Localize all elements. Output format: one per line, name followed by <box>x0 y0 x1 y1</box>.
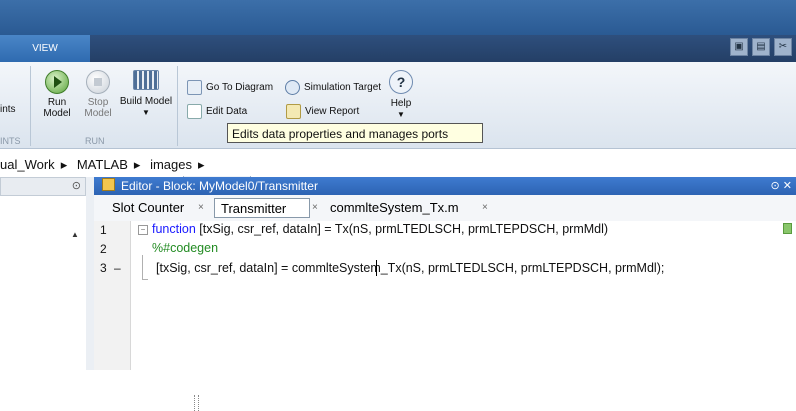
current-folder-panel-header: ⊙ <box>0 177 86 196</box>
partial-ribbon-item: ints <box>0 104 16 115</box>
line-number: 2 <box>100 242 107 256</box>
close-tab-icon[interactable]: × <box>482 198 488 218</box>
quick-access-toolbar: ▣ ▤ ✂ <box>730 38 792 56</box>
edit-data-icon <box>187 104 202 119</box>
tooltip: Edits data properties and manages ports <box>227 123 483 143</box>
editor-title-bar: Editor - Block: MyModel0/Transmitter ⊙ ✕ <box>94 177 796 195</box>
line-number: 1 <box>100 223 107 237</box>
tab-slot-counter[interactable]: Slot Counter <box>106 198 190 218</box>
breadcrumb-separator-icon: ▸ <box>197 157 205 172</box>
stop-icon <box>86 70 110 94</box>
save-icon[interactable]: ▤ <box>752 38 770 56</box>
panel-splitter[interactable] <box>86 177 94 370</box>
breadcrumb: ual_Work ▸ MATLAB ▸ images ▸ <box>0 154 796 176</box>
breadcrumb-item[interactable]: ual_Work <box>0 157 55 172</box>
go-to-diagram-button[interactable]: Go To Diagram <box>187 80 273 95</box>
breadcrumb-item[interactable]: MATLAB <box>77 157 128 172</box>
tab-transmitter[interactable]: Transmitter <box>214 198 310 218</box>
section-divider <box>30 66 31 146</box>
run-model-button[interactable]: Run Model <box>38 70 76 119</box>
build-icon <box>133 70 159 90</box>
editor-tabs: Slot Counter × Transmitter × commlteSyst… <box>94 195 796 411</box>
line-number: 3 <box>100 261 107 275</box>
help-button[interactable]: ? Help ▼ <box>384 70 418 120</box>
fold-guide-end <box>142 279 148 280</box>
view-report-button[interactable]: View Report <box>286 104 359 119</box>
breadcrumb-separator-icon: ▸ <box>133 157 141 172</box>
cut-icon[interactable]: ✂ <box>774 38 792 56</box>
current-folder-panel[interactable] <box>0 196 87 370</box>
text-caret <box>376 260 377 276</box>
code-line[interactable]: function [txSig, csr_ref, dataIn] = Tx(n… <box>152 222 608 236</box>
target-icon <box>285 80 300 95</box>
tab-grip[interactable] <box>194 395 199 411</box>
breadcrumb-separator-icon: ▸ <box>60 157 68 172</box>
fold-toggle-icon[interactable]: − <box>138 225 148 235</box>
diagram-icon <box>187 80 202 95</box>
breadcrumb-item[interactable]: images <box>150 157 192 172</box>
code-line[interactable]: %#codegen <box>152 241 218 255</box>
code-analyzer-status-icon[interactable] <box>783 223 792 234</box>
section-label-partial: INTS <box>0 136 21 146</box>
edit-data-button[interactable]: Edit Data <box>187 104 247 119</box>
breakpoint-marker[interactable]: – <box>114 261 121 275</box>
tab-commltesystem-tx[interactable]: commlteSystem_Tx.m <box>324 198 465 218</box>
window-title-bar <box>0 0 796 35</box>
tab-view[interactable]: VIEW <box>0 35 90 62</box>
editor-icon <box>102 178 115 191</box>
close-tab-icon[interactable]: × <box>198 198 204 218</box>
stop-model-button[interactable]: Stop Model <box>80 70 116 119</box>
help-icon: ? <box>389 70 413 94</box>
editor-window-controls[interactable]: ⊙ ✕ <box>771 177 793 195</box>
code-area[interactable]: ▲ 1 2 3 – − function [txSig, csr_ref, da… <box>71 221 796 370</box>
simulation-target-button[interactable]: Simulation Target <box>285 80 381 95</box>
section-divider <box>177 66 178 146</box>
fold-guide <box>142 255 143 280</box>
run-icon <box>45 70 69 94</box>
panel-options-icon[interactable]: ⊙ <box>72 179 81 192</box>
quick-access-icon[interactable]: ▣ <box>730 38 748 56</box>
report-icon <box>286 104 301 119</box>
close-tab-icon[interactable]: × <box>312 198 318 218</box>
ribbon-tab-strip <box>90 35 796 62</box>
section-label-run: RUN <box>85 136 105 146</box>
build-model-button[interactable]: Build Model ▼ <box>118 70 174 118</box>
code-line[interactable]: [txSig, csr_ref, dataIn] = commlteSystem… <box>156 261 664 275</box>
scroll-up-arrow-icon[interactable]: ▲ <box>71 230 79 239</box>
